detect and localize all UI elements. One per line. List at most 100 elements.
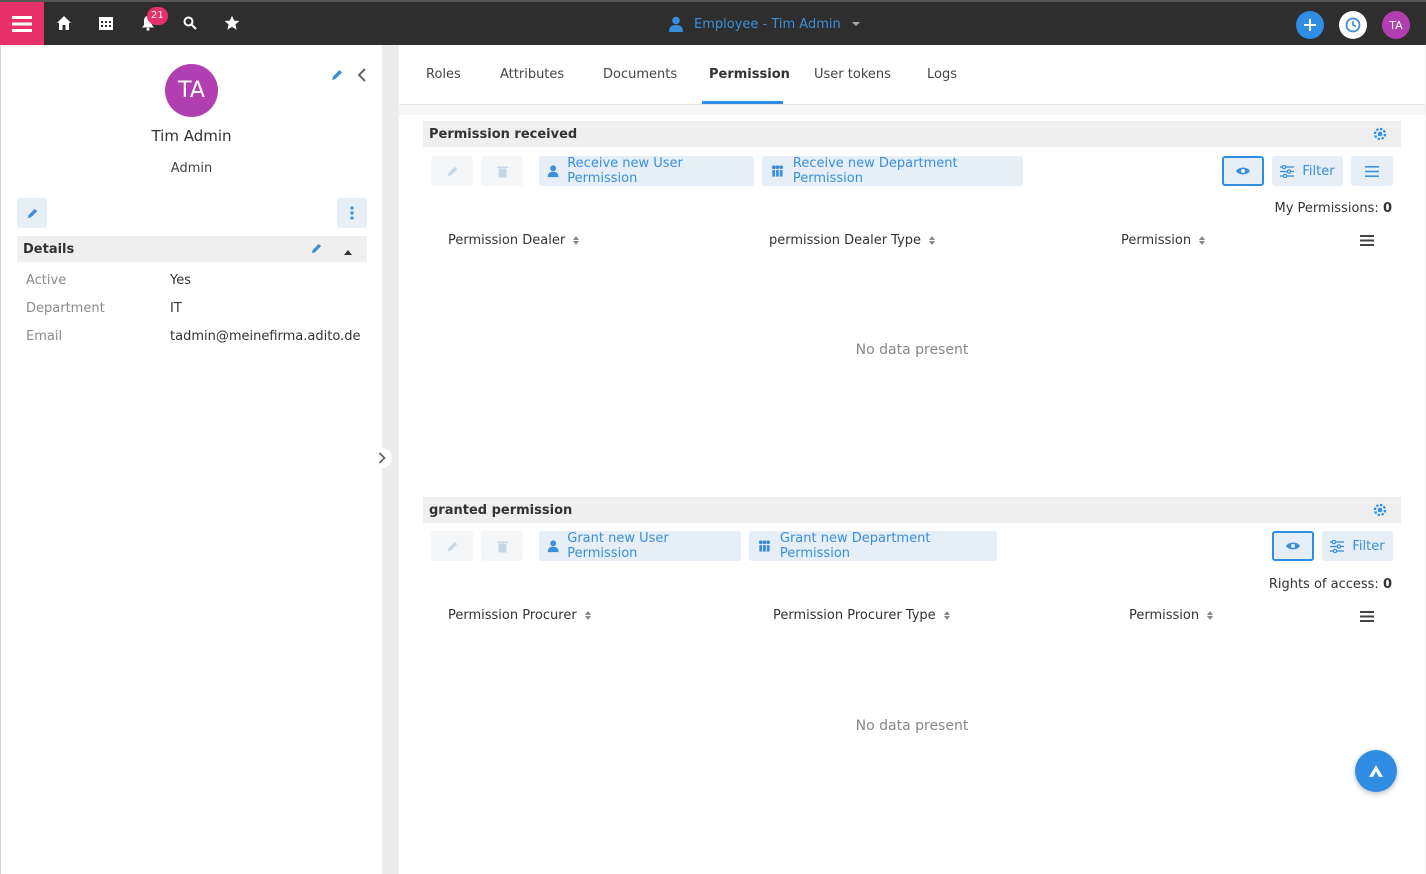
expand-panel-button[interactable] (372, 448, 392, 468)
kebab-icon (350, 206, 354, 220)
grant-department-permission-button[interactable]: Grant new Department Permission (749, 531, 997, 561)
detail-label: Department (26, 301, 105, 316)
received-delete-button[interactable] (481, 156, 523, 186)
edit-details-icon[interactable] (310, 242, 323, 259)
search-icon[interactable] (179, 12, 201, 34)
user-icon (547, 540, 559, 553)
sliders-icon (1330, 539, 1345, 553)
granted-settings-gear-icon[interactable] (1373, 503, 1387, 517)
assistant-fab-button[interactable] (1355, 750, 1397, 792)
profile-avatar: TA (165, 64, 218, 117)
received-list-view-button[interactable] (1351, 156, 1393, 186)
notifications-badge: 21 (147, 7, 168, 25)
tab-roles[interactable]: Roles (426, 67, 461, 82)
history-icon (1345, 17, 1361, 33)
group-icon (771, 165, 784, 177)
column-menu-icon[interactable] (1360, 611, 1374, 626)
detail-row-department: Department IT (26, 301, 366, 321)
received-settings-gear-icon[interactable] (1373, 127, 1387, 141)
more-options-button[interactable] (337, 198, 367, 228)
granted-empty-message: No data present (855, 718, 969, 734)
trash-icon (496, 541, 508, 552)
column-header-permission[interactable]: Permission (1121, 233, 1206, 248)
caret-down-icon (851, 22, 860, 26)
eye-icon (1286, 542, 1300, 550)
detail-value: IT (170, 301, 182, 316)
detail-value: Yes (170, 273, 191, 288)
grant-user-permission-button[interactable]: Grant new User Permission (539, 531, 741, 561)
active-tab-indicator (702, 101, 783, 104)
user-icon (669, 16, 683, 32)
sort-icon (929, 236, 936, 245)
sort-icon (584, 611, 591, 620)
group-icon (758, 540, 771, 552)
tab-permission[interactable]: Permission (709, 67, 790, 82)
edit-button[interactable] (17, 198, 47, 228)
details-header[interactable]: Details (17, 236, 367, 262)
column-header-permission-dealer[interactable]: Permission Dealer (448, 233, 580, 248)
profile-role: Admin (170, 161, 213, 176)
received-filter-button[interactable]: Filter (1272, 156, 1343, 186)
pencil-icon (447, 166, 457, 176)
rights-of-access-count: Rights of access: 0 (1268, 577, 1392, 592)
favorites-star-icon[interactable] (221, 12, 243, 34)
granted-edit-button[interactable] (431, 531, 473, 561)
granted-view-toggle[interactable] (1272, 531, 1314, 561)
granted-title: granted permission (429, 502, 573, 518)
detail-row-active: Active Yes (26, 273, 366, 293)
received-section-header: Permission received (423, 121, 1401, 147)
received-edit-button[interactable] (431, 156, 473, 186)
granted-section-header: granted permission (423, 497, 1401, 523)
context-label: Employee - Tim Admin (694, 16, 841, 32)
tab-user-tokens[interactable]: User tokens (814, 67, 891, 82)
receive-user-permission-button[interactable]: Receive new User Permission (539, 156, 754, 186)
detail-label: Email (26, 329, 63, 344)
user-avatar-button[interactable]: TA (1382, 11, 1410, 39)
column-header-granted-permission[interactable]: Permission (1129, 608, 1214, 623)
sort-icon (573, 236, 580, 245)
column-header-permission-procurer[interactable]: Permission Procurer (448, 608, 591, 623)
tab-documents[interactable]: Documents (603, 67, 677, 82)
sort-icon (1207, 611, 1214, 620)
edit-profile-icon[interactable] (330, 68, 346, 84)
detail-value[interactable]: tadmin@meinefirma.adito.de (170, 329, 360, 344)
granted-filter-button[interactable]: Filter (1322, 531, 1393, 561)
pencil-icon (27, 208, 37, 218)
home-icon[interactable] (53, 12, 75, 34)
granted-delete-button[interactable] (481, 531, 523, 561)
tab-bar: Roles Attributes Documents Permission Us… (399, 45, 1425, 105)
column-menu-icon[interactable] (1360, 235, 1374, 250)
trash-icon (496, 166, 508, 177)
my-permissions-count: My Permissions: 0 (1274, 201, 1393, 216)
pencil-icon (447, 541, 457, 551)
eye-icon (1236, 167, 1250, 175)
column-header-dealer-type[interactable]: permission Dealer Type (769, 233, 936, 248)
profile-name: Tim Admin (151, 127, 232, 145)
history-button[interactable] (1339, 11, 1367, 39)
received-empty-message: No data present (855, 342, 969, 358)
menu-icon (12, 15, 32, 32)
received-view-toggle[interactable] (1222, 156, 1264, 186)
top-bar: 21 Employee - Tim Admin TA (0, 0, 1426, 45)
sliders-icon (1280, 164, 1295, 178)
add-button[interactable] (1296, 11, 1324, 39)
collapse-panel-icon[interactable] (356, 68, 370, 84)
sort-icon (1199, 236, 1206, 245)
user-icon (547, 165, 559, 178)
calendar-icon[interactable] (95, 12, 117, 34)
hamburger-menu-button[interactable] (0, 2, 44, 45)
detail-label: Active (26, 273, 67, 288)
sort-icon (943, 611, 950, 620)
chevron-right-icon (378, 452, 386, 464)
receive-department-permission-button[interactable]: Receive new Department Permission (762, 156, 1023, 186)
context-selector[interactable]: Employee - Tim Admin (668, 14, 861, 34)
received-title: Permission received (429, 126, 578, 142)
tab-logs[interactable]: Logs (927, 67, 957, 82)
adito-logo-icon (1369, 765, 1383, 777)
tab-attributes[interactable]: Attributes (500, 67, 564, 82)
plus-icon (1304, 19, 1316, 31)
collapse-up-icon[interactable] (343, 245, 353, 260)
details-title: Details (23, 241, 75, 257)
detail-row-email: Email tadmin@meinefirma.adito.de (26, 329, 366, 349)
column-header-procurer-type[interactable]: Permission Procurer Type (773, 608, 950, 623)
